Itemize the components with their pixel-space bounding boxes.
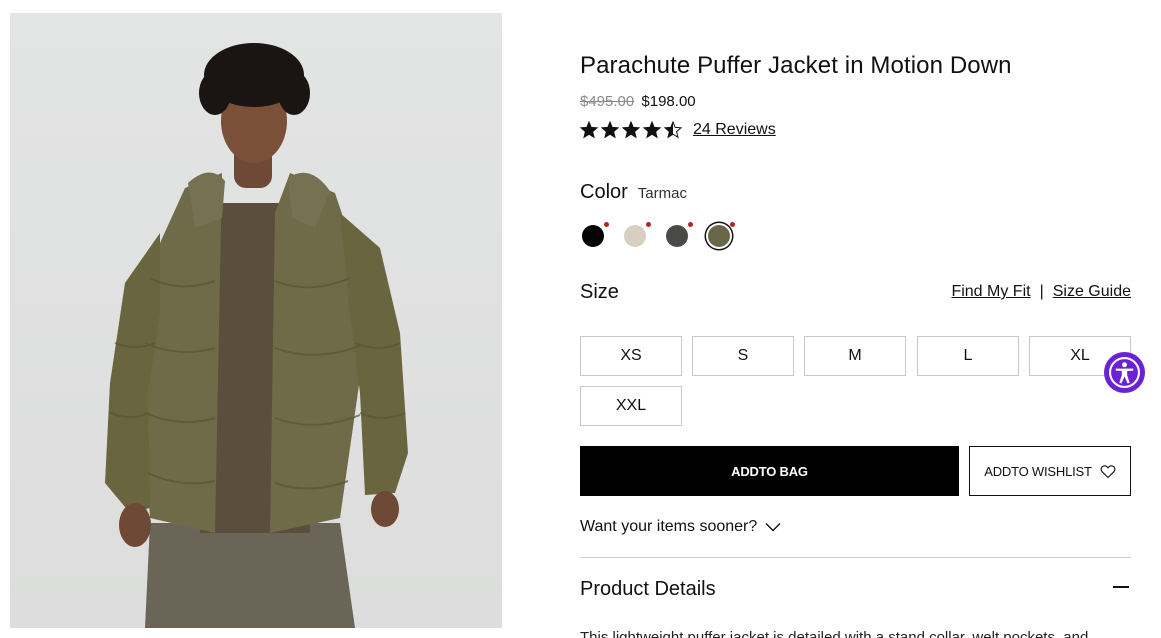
size-label: Size (580, 281, 619, 303)
color-swatch[interactable] (582, 222, 609, 247)
add-to-bag-button[interactable]: ADDTO BAG (580, 446, 959, 496)
original-price: $495.00 (580, 93, 635, 110)
accessibility-button[interactable] (1104, 352, 1145, 393)
color-row: Color Tarmac (580, 181, 687, 204)
sale-dot-icon (730, 222, 735, 227)
product-details-text: This lightweight puffer jacket is detail… (580, 629, 1089, 638)
delivery-toggle[interactable]: Want your items sooner? (580, 518, 781, 536)
sale-dot-icon (604, 222, 609, 227)
sale-price: $198.00 (641, 93, 696, 110)
color-swatch[interactable] (708, 222, 735, 247)
add-to-wishlist-label: ADDTO WISHLIST (984, 463, 1092, 479)
link-separator: | (1039, 283, 1044, 300)
add-to-wishlist-button[interactable]: ADDTO WISHLIST (969, 446, 1131, 496)
size-option-s[interactable]: S (692, 336, 794, 376)
star-full-icon (622, 121, 640, 139)
selected-color-name: Tarmac (637, 185, 687, 202)
accessibility-icon (1109, 357, 1140, 388)
color-swatch[interactable] (666, 222, 693, 247)
star-full-icon (601, 121, 619, 139)
size-option-xs[interactable]: XS (580, 336, 682, 376)
color-label: Color (580, 181, 628, 203)
sale-dot-icon (688, 222, 693, 227)
star-half-icon (664, 121, 682, 139)
star-full-icon (580, 121, 598, 139)
product-details-heading[interactable]: Product Details (580, 578, 716, 601)
chevron-down-icon (765, 523, 781, 532)
divider (580, 557, 1131, 558)
color-swatch[interactable] (624, 222, 651, 247)
size-option-l[interactable]: L (917, 336, 1019, 376)
fit-links: Find My Fit | Size Guide (951, 283, 1131, 301)
rating-row: 24 Reviews (580, 121, 776, 139)
find-my-fit-link[interactable]: Find My Fit (951, 283, 1030, 301)
reviews-link[interactable]: 24 Reviews (693, 121, 776, 139)
collapse-minus-icon[interactable] (1113, 586, 1129, 588)
sale-dot-icon (646, 222, 651, 227)
size-guide-link[interactable]: Size Guide (1053, 283, 1131, 301)
heart-icon (1100, 464, 1116, 478)
add-to-bag-label: ADDTO BAG (731, 463, 808, 479)
model-illustration (105, 43, 408, 628)
size-option-xxl[interactable]: XXL (580, 386, 682, 426)
delivery-label: Want your items sooner? (580, 518, 758, 535)
size-option-m[interactable]: M (804, 336, 906, 376)
product-photo[interactable] (10, 13, 502, 628)
star-full-icon (643, 121, 661, 139)
star-rating (580, 121, 682, 139)
color-swatches (582, 222, 735, 247)
price: $495.00 $198.00 (580, 93, 696, 110)
product-page: Parachute Puffer Jacket in Motion Down $… (0, 0, 1161, 638)
product-title: Parachute Puffer Jacket in Motion Down (580, 52, 1012, 79)
